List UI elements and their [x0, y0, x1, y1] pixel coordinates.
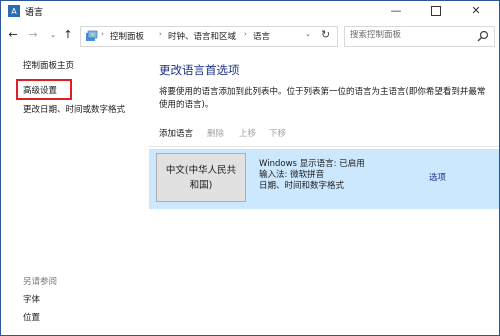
language-info: Windows 显示语言: 已启用 输入法: 微软拼音 日期、时间和数字格式 [259, 159, 365, 192]
display-language-status: Windows 显示语言: 已启用 [259, 159, 365, 169]
control-panel-icon [86, 30, 98, 41]
sidebar-link-advanced-settings[interactable]: 高级设置 [23, 84, 57, 96]
sidebar: 控制面板主页 高级设置 更改日期、时间或数字格式 另请参阅 字体 位置 [1, 51, 146, 335]
close-button[interactable]: ✕ [459, 1, 493, 21]
search-icon[interactable] [477, 30, 489, 42]
sidebar-link-date-time-formats[interactable]: 更改日期、时间或数字格式 [23, 103, 125, 115]
language-app-icon: A [8, 5, 20, 17]
navigation-bar: ← → ⌄ ↑ › 控制面板 › 时钟、语言和区域 › 语言 ⌄ ↻ [1, 25, 499, 47]
sidebar-link-control-panel-home[interactable]: 控制面板主页 [23, 59, 74, 71]
address-bar[interactable]: › 控制面板 › 时钟、语言和区域 › 语言 ⌄ ↻ [80, 26, 338, 47]
search-input[interactable] [350, 30, 470, 40]
input-method: 输入法: 微软拼音 [259, 170, 325, 180]
refresh-icon[interactable]: ↻ [321, 28, 330, 41]
up-button[interactable]: ↑ [61, 27, 75, 43]
forward-button[interactable]: → [26, 27, 40, 43]
add-language-button[interactable]: 添加语言 [159, 127, 193, 139]
breadcrumb-language[interactable]: 语言 [253, 30, 270, 42]
page-title: 更改语言首选项 [159, 63, 240, 77]
language-toolbar: 添加语言 删除 上移 下移 [159, 127, 489, 141]
recent-locations-button[interactable]: ⌄ [46, 27, 60, 43]
breadcrumb-separator: › [244, 30, 247, 38]
search-box[interactable] [344, 26, 495, 47]
language-list-item[interactable]: 中文(中华人民共和国) Windows 显示语言: 已启用 输入法: 微软拼音 … [149, 149, 499, 209]
breadcrumb-control-panel[interactable]: 控制面板 [110, 30, 144, 42]
remove-language-button[interactable]: 删除 [207, 127, 224, 139]
language-name: 中文(中华人民共和国) [165, 164, 237, 191]
minimize-button[interactable]: — [379, 1, 413, 21]
page-description: 将要使用的语言添加到此列表中。位于列表第一位的语言为主语言(即你希望看到并最常使… [159, 87, 486, 110]
svg-text:A: A [11, 7, 17, 16]
maximize-icon [431, 6, 441, 16]
main-content: 更改语言首选项 将要使用的语言添加到此列表中。位于列表第一位的语言为主语言(即你… [149, 51, 499, 335]
language-name-button[interactable]: 中文(中华人民共和国) [156, 153, 246, 202]
title-bar: A 语言 — ✕ [1, 1, 499, 21]
window-title: 语言 [25, 8, 44, 18]
breadcrumb-clock-language-region[interactable]: 时钟、语言和区域 [168, 30, 236, 42]
language-window: A 语言 — ✕ ← → ⌄ ↑ › 控制面板 › 时钟、语言和区域 › 语言 … [0, 0, 500, 336]
move-down-button[interactable]: 下移 [269, 127, 286, 139]
breadcrumb-separator: › [159, 30, 162, 38]
breadcrumb-separator: › [101, 30, 104, 38]
language-options-link[interactable]: 选项 [429, 171, 446, 183]
sidebar-link-location[interactable]: 位置 [23, 311, 40, 323]
formats-info: 日期、时间和数字格式 [259, 181, 345, 191]
move-up-button[interactable]: 上移 [239, 127, 256, 139]
back-button[interactable]: ← [6, 27, 20, 43]
sidebar-link-fonts[interactable]: 字体 [23, 293, 40, 305]
maximize-button[interactable] [419, 1, 453, 21]
divider [149, 146, 499, 147]
see-also-heading: 另请参阅 [23, 277, 58, 287]
address-dropdown-icon[interactable]: ⌄ [305, 30, 311, 38]
